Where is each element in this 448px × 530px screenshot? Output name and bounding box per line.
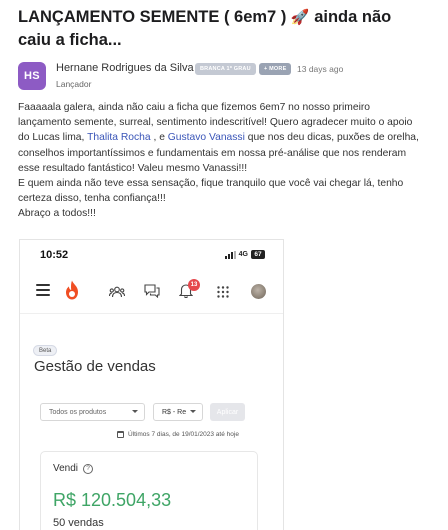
mention-link[interactable]: Thalita Rocha [87, 132, 151, 143]
user-avatar[interactable] [251, 284, 266, 299]
chat-icon[interactable] [144, 284, 160, 303]
page-title: Gestão de vendas [34, 358, 156, 375]
chevron-down-icon [190, 410, 196, 413]
chevron-down-icon [132, 410, 138, 413]
sales-filters: Todos os produtos R$ - Re Aplicar [40, 403, 283, 423]
date-range-picker[interactable]: Últimos 7 dias, de 19/01/2023 até hoje [117, 431, 239, 438]
beta-badge: Beta [33, 345, 58, 356]
product-select[interactable]: Todos os produtos [40, 403, 145, 421]
author-name[interactable]: Hernane Rodrigues da Silva [56, 62, 194, 74]
sales-count: 50 vendas [53, 517, 104, 529]
post-title-text: LANÇAMENTO SEMENTE ( 6em7 ) [18, 8, 287, 26]
date-range-text: Últimos 7 dias, de 19/01/2023 até hoje [128, 431, 239, 438]
status-time: 10:52 [40, 249, 69, 261]
post-author: HS Hernane Rodrigues da Silva BRANCA 1º … [18, 60, 438, 92]
mention-link[interactable]: Gustavo Vanassi [168, 132, 245, 143]
card-label: Vendi ? [53, 463, 94, 474]
network-type: 4G [238, 251, 248, 258]
post-body: Faaaaala galera, ainda não caiu a ficha … [18, 100, 423, 222]
card-label-text: Vendi [53, 463, 79, 474]
menu-icon[interactable] [36, 284, 50, 299]
more-badges-button[interactable]: + MORE [259, 63, 292, 75]
community-post: LANÇAMENTO SEMENTE ( 6em7 ) 🚀 ainda não … [0, 0, 448, 530]
author-level-badge: BRANCA 1º GRAU [195, 63, 256, 75]
battery-icon: 67 [251, 250, 265, 259]
embedded-screenshot[interactable]: 10:52 4G 67 13 Beta Gestão de vendas Tod… [19, 239, 284, 530]
post-timestamp: 13 days ago [297, 64, 344, 74]
author-role: Lançador [56, 79, 92, 89]
currency-select-value: R$ - Re [162, 408, 187, 416]
phone-status-bar: 10:52 4G 67 [20, 240, 283, 270]
author-avatar[interactable]: HS [18, 62, 46, 90]
sales-summary-card: Vendi ? R$ 120.504,33 50 vendas [40, 451, 258, 530]
rocket-emoji-icon: 🚀 [290, 9, 310, 26]
users-icon[interactable] [108, 285, 126, 303]
post-body-text: , e [150, 132, 168, 144]
help-icon[interactable]: ? [83, 463, 94, 474]
signal-icon [224, 250, 236, 259]
post-title: LANÇAMENTO SEMENTE ( 6em7 ) 🚀 ainda não … [18, 6, 418, 52]
calendar-icon [117, 431, 124, 438]
app-navigation-bar: 13 [20, 270, 283, 314]
sales-total-value: R$ 120.504,33 [53, 490, 172, 510]
hotmart-flame-icon[interactable] [64, 280, 80, 305]
currency-select[interactable]: R$ - Re [153, 403, 203, 421]
apply-button[interactable]: Aplicar [210, 403, 245, 421]
post-body-line: E quem ainda não teve essa sensação, fiq… [18, 178, 404, 205]
status-icons: 4G 67 [224, 250, 265, 259]
post-body-line: Abraço a todos!!! [18, 208, 96, 220]
product-select-placeholder: Todos os produtos [49, 408, 107, 416]
apps-grid-icon[interactable] [217, 285, 229, 303]
notification-count-badge: 13 [188, 279, 200, 291]
